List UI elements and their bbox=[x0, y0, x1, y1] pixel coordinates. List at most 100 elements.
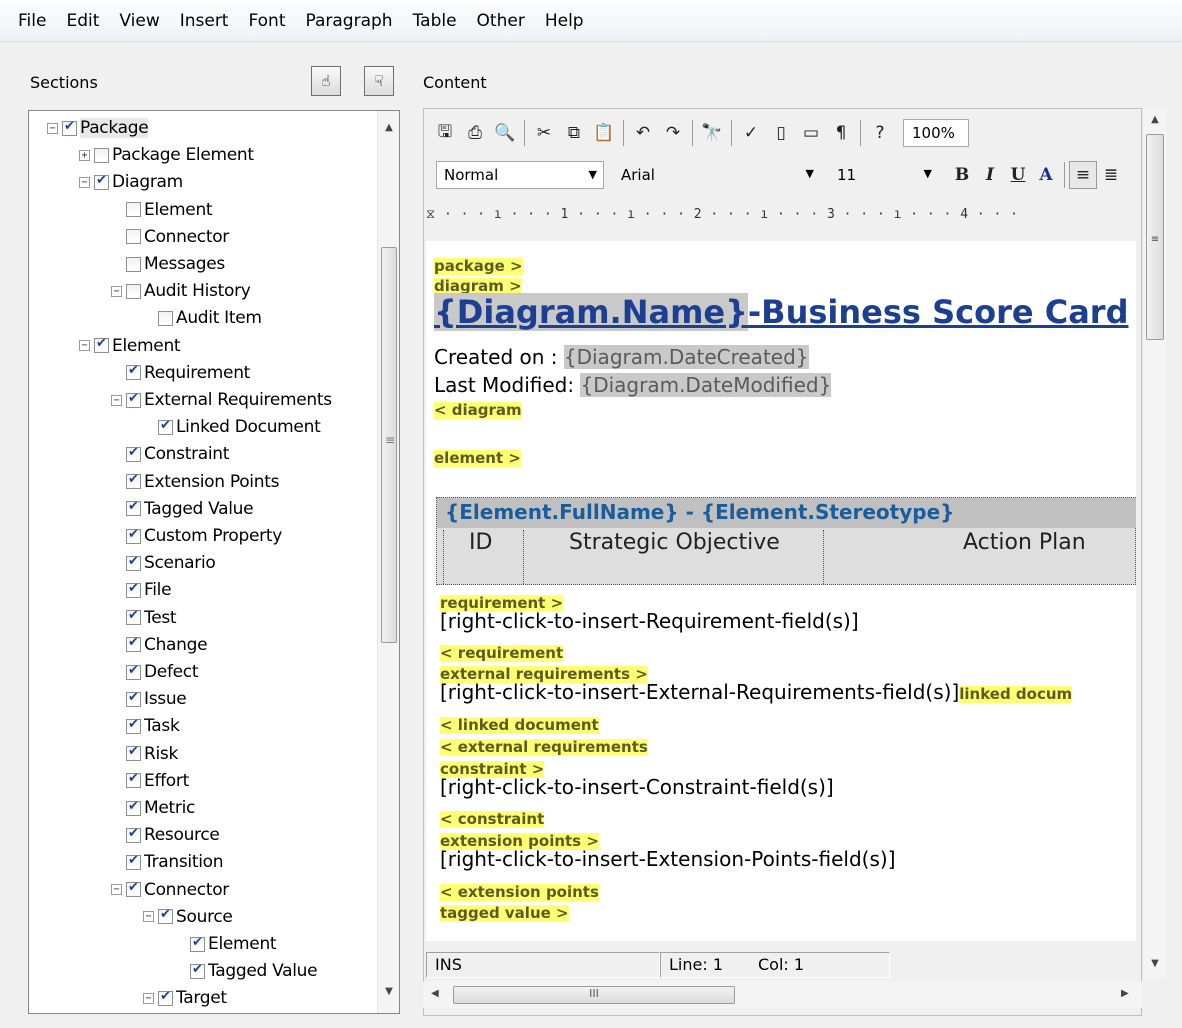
tree-checkbox[interactable] bbox=[94, 147, 109, 163]
tree-item[interactable]: Effort bbox=[111, 768, 189, 794]
menu-insert[interactable]: Insert bbox=[170, 0, 239, 42]
tree-scroll-thumb[interactable]: ≡ bbox=[381, 247, 397, 643]
tree-checkbox[interactable] bbox=[190, 935, 205, 952]
bold-button[interactable]: B bbox=[948, 161, 976, 189]
collapse-icon[interactable]: − bbox=[111, 884, 122, 896]
tree-checkbox[interactable] bbox=[126, 554, 141, 571]
underline-button[interactable]: U bbox=[1004, 161, 1032, 189]
spellcheck-button[interactable]: ✓ bbox=[738, 120, 764, 146]
tree-checkbox[interactable] bbox=[126, 744, 141, 762]
tree-checkbox[interactable] bbox=[94, 173, 109, 190]
align-left-button[interactable]: ≡ bbox=[1069, 161, 1097, 189]
field-placeholder[interactable]: [right-click-to-insert-External-Requirem… bbox=[440, 680, 959, 704]
tree-item[interactable]: Scenario bbox=[111, 550, 216, 576]
tree-checkbox[interactable] bbox=[126, 581, 141, 598]
field-placeholder[interactable]: [right-click-to-insert-Constraint-field(… bbox=[440, 775, 834, 799]
paste-button[interactable]: 📋 bbox=[591, 120, 617, 146]
page-button[interactable]: ▯ bbox=[768, 120, 794, 146]
tree-item[interactable]: Extension Points bbox=[111, 469, 279, 495]
tree-item[interactable]: − Package bbox=[47, 115, 149, 141]
tree-checkbox[interactable] bbox=[126, 527, 141, 544]
style-select[interactable]: Normal ▼ bbox=[436, 161, 604, 189]
zoom-select[interactable]: 100% bbox=[903, 119, 969, 147]
tree-checkbox[interactable] bbox=[158, 907, 173, 925]
expand-icon[interactable]: + bbox=[79, 149, 90, 161]
editor-horizontal-scrollbar[interactable]: ◀ III ▶ bbox=[423, 982, 1142, 1008]
move-up-button[interactable]: ☝ bbox=[311, 66, 341, 96]
tree-checkbox[interactable] bbox=[62, 119, 77, 136]
menu-edit[interactable]: Edit bbox=[56, 0, 109, 42]
tree-checkbox[interactable] bbox=[126, 690, 141, 707]
tree-item[interactable]: Messages bbox=[111, 251, 225, 277]
tree-checkbox[interactable] bbox=[158, 989, 173, 1006]
tree-item[interactable]: − Target bbox=[143, 985, 227, 1011]
menu-font[interactable]: Font bbox=[238, 0, 295, 42]
tree-item[interactable]: Custom Property bbox=[111, 523, 282, 549]
pilcrow-button[interactable]: ¶ bbox=[828, 120, 854, 146]
tree-checkbox[interactable] bbox=[126, 229, 141, 245]
scroll-right-icon[interactable]: ▶ bbox=[1121, 988, 1129, 999]
tree-item[interactable]: Task bbox=[111, 713, 180, 739]
save-button[interactable]: 🖫 bbox=[432, 120, 458, 146]
tree-checkbox[interactable] bbox=[158, 310, 173, 326]
tree-item[interactable]: Metric bbox=[111, 795, 195, 821]
horizontal-scroll-thumb[interactable]: III bbox=[453, 986, 735, 1004]
tree-checkbox[interactable] bbox=[126, 771, 141, 789]
redo-button[interactable]: ↷ bbox=[660, 120, 686, 146]
tree-item[interactable]: Risk bbox=[111, 741, 178, 767]
tree-item[interactable]: Linked Document bbox=[143, 414, 321, 440]
tree-checkbox[interactable] bbox=[126, 202, 141, 218]
tree-item[interactable]: Test bbox=[111, 605, 177, 631]
sections-tree[interactable]: ▲ ≡ ▼ − Package + Package Element − Diagram El… bbox=[28, 110, 400, 1014]
menu-table[interactable]: Table bbox=[403, 0, 467, 42]
tree-checkbox[interactable] bbox=[126, 826, 141, 843]
menu-view[interactable]: View bbox=[109, 0, 169, 42]
collapse-icon[interactable]: − bbox=[47, 122, 58, 134]
tree-scrollbar[interactable]: ▲ ≡ ▼ bbox=[377, 111, 399, 1013]
editor-vertical-scrollbar[interactable]: ▲ ≡ ▼ bbox=[1142, 108, 1166, 978]
menu-file[interactable]: File bbox=[8, 0, 56, 42]
tree-checkbox[interactable] bbox=[126, 445, 141, 462]
tree-item[interactable]: Tagged Value bbox=[111, 496, 254, 522]
move-down-button[interactable]: ☟ bbox=[364, 66, 394, 96]
scroll-down-icon[interactable]: ▼ bbox=[378, 981, 399, 1003]
tree-item[interactable]: − Diagram bbox=[79, 169, 183, 195]
tree-checkbox[interactable] bbox=[158, 418, 173, 435]
tree-checkbox[interactable] bbox=[126, 608, 141, 626]
collapse-icon[interactable]: − bbox=[111, 285, 122, 297]
tree-checkbox[interactable] bbox=[126, 853, 141, 870]
tree-item[interactable]: − Audit History bbox=[111, 278, 251, 304]
menu-paragraph[interactable]: Paragraph bbox=[296, 0, 403, 42]
scroll-down-icon[interactable]: ▼ bbox=[1143, 958, 1167, 969]
tree-checkbox[interactable] bbox=[126, 717, 141, 734]
scroll-up-icon[interactable]: ▲ bbox=[378, 117, 399, 139]
tree-checkbox[interactable] bbox=[126, 472, 141, 490]
document-canvas[interactable]: package > diagram > {Diagram.Name}-Busin… bbox=[426, 241, 1136, 941]
tree-item[interactable]: File bbox=[111, 577, 172, 603]
tree-checkbox[interactable] bbox=[190, 962, 205, 979]
tree-item[interactable]: Change bbox=[111, 632, 208, 658]
tree-item[interactable]: − Connector bbox=[111, 877, 229, 903]
scroll-up-icon[interactable]: ▲ bbox=[1143, 114, 1167, 125]
tree-item[interactable]: Resource bbox=[111, 822, 220, 848]
align-center-button[interactable]: ≣ bbox=[1097, 161, 1125, 189]
tree-item[interactable]: Connector bbox=[111, 224, 229, 250]
find-button[interactable]: 🔭 bbox=[699, 120, 725, 146]
tree-item[interactable]: Element bbox=[175, 931, 277, 957]
tree-checkbox[interactable] bbox=[126, 283, 141, 299]
print-button[interactable]: ⎙ bbox=[462, 120, 488, 146]
page-setup-button[interactable]: ▭ bbox=[798, 120, 824, 146]
copy-button[interactable]: ⧉ bbox=[561, 120, 587, 146]
font-color-button[interactable]: A bbox=[1032, 161, 1060, 189]
menu-help[interactable]: Help bbox=[535, 0, 594, 42]
tree-item[interactable]: Issue bbox=[111, 686, 187, 712]
help-button[interactable]: ? bbox=[867, 120, 893, 146]
tree-item[interactable]: Transition bbox=[111, 849, 224, 875]
print-preview-button[interactable]: 🔍 bbox=[492, 120, 518, 146]
tree-item[interactable]: Constraint bbox=[111, 441, 229, 467]
tree-checkbox[interactable] bbox=[126, 799, 141, 816]
tree-checkbox[interactable] bbox=[126, 663, 141, 680]
tree-item[interactable]: Defect bbox=[111, 659, 199, 685]
ruler[interactable]: ⧖ · · · ı · · · 1 · · · ı · · · 2 · · · … bbox=[426, 207, 1138, 229]
collapse-icon[interactable]: − bbox=[111, 394, 122, 406]
